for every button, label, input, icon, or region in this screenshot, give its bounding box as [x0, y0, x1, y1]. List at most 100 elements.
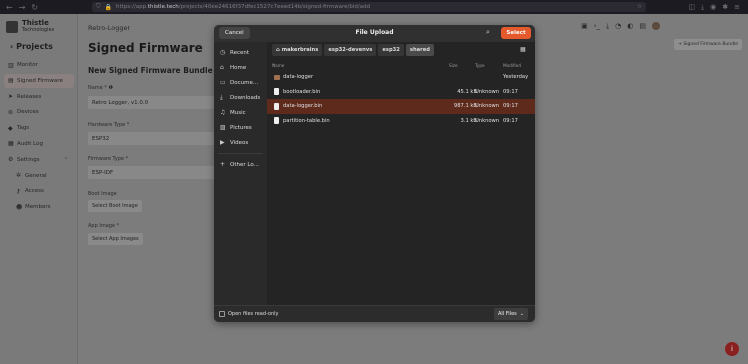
- downloads-icon[interactable]: ⤓: [701, 3, 704, 12]
- file-name: partition-table.bin: [283, 117, 330, 124]
- file-filter-label: All Files: [498, 311, 517, 317]
- place-downloads[interactable]: ⤓ Downloads: [214, 90, 267, 105]
- terminal-icon[interactable]: ›_: [594, 22, 600, 31]
- dialog-footer: Open files read-only All Files ⌄: [214, 305, 535, 322]
- url-bar[interactable]: ⛉ 🔒 https://app.thistle.tech/projects/40…: [92, 2, 646, 12]
- file-icon: [274, 117, 279, 125]
- file-icon: [274, 102, 279, 110]
- clock-icon: ◷: [220, 49, 226, 56]
- sidebar-item-label: Releases: [17, 93, 42, 100]
- sidebar-item-audit-log[interactable]: ▦ Audit Log: [4, 137, 74, 151]
- sidebar-item-monitor[interactable]: ▥ Monitor: [4, 58, 74, 72]
- file-row-selected[interactable]: data-logger.bin 987.1 kB Unknown 09:17: [267, 99, 535, 114]
- sidebar-item-label: Monitor: [17, 62, 38, 68]
- file-row-folder[interactable]: data-logger Yesterday: [267, 70, 535, 85]
- column-modified[interactable]: Modified: [503, 63, 521, 68]
- file-type: Unknown: [475, 88, 500, 95]
- sidebar-item-settings[interactable]: ⚙ Settings ⌃: [4, 153, 74, 167]
- avatar[interactable]: [652, 22, 660, 30]
- logo-line1: Thistle: [22, 19, 49, 27]
- notes-icon[interactable]: ▤: [639, 22, 646, 31]
- menu-icon[interactable]: ≡: [734, 3, 740, 12]
- sidebar-item-tags[interactable]: ◆ Tags: [4, 121, 74, 135]
- file-icon: [274, 88, 279, 96]
- sidebar-item-label: Tags: [17, 125, 30, 132]
- sidebar-item-label: Signed Firmware: [17, 77, 63, 84]
- select-app-images-button[interactable]: Select App Images: [88, 233, 143, 245]
- firmware-icon: ▤: [8, 77, 14, 85]
- file-row[interactable]: bootloader.bin 45.1 kB Unknown 09:17: [267, 85, 535, 100]
- help-fab-icon[interactable]: i: [725, 342, 739, 356]
- account-icon[interactable]: ◉: [710, 3, 716, 12]
- file-filter-dropdown[interactable]: All Files ⌄: [494, 308, 528, 320]
- column-type[interactable]: Type: [475, 63, 485, 68]
- name-label: Name * ❶: [88, 85, 113, 91]
- rss-icon[interactable]: ◔: [615, 22, 621, 31]
- search-icon[interactable]: ⌕: [486, 28, 490, 37]
- open-read-only-checkbox[interactable]: [219, 311, 225, 317]
- back-icon[interactable]: ←: [6, 3, 13, 12]
- logo-text: Thistle Technologies: [22, 20, 54, 34]
- sidebar: Thistle Technologies ‹ Projects ▥ Monitor…: [0, 14, 78, 364]
- sidebar-item-releases[interactable]: ➤ Releases: [4, 90, 74, 104]
- path-segment[interactable]: esp32-devenvs: [324, 44, 377, 56]
- form-title: New Signed Firmware Bundle: [88, 66, 213, 75]
- place-recent[interactable]: ◷ Recent: [214, 45, 267, 60]
- document-icon: ▭: [220, 79, 226, 86]
- boot-image-label: Boot Image: [88, 191, 117, 197]
- grid-view-icon[interactable]: ▦: [520, 46, 526, 53]
- place-documents[interactable]: ▭ Docume...: [214, 75, 267, 90]
- select-boot-image-button[interactable]: Select Boot Image: [88, 200, 142, 212]
- url-text: https://app.thistle.tech/projects/40ee24…: [116, 4, 370, 10]
- logo: Thistle Technologies: [6, 20, 54, 34]
- file-size: 987.1 kB: [453, 103, 477, 110]
- forward-icon[interactable]: →: [19, 3, 26, 12]
- docs-icon[interactable]: ▣: [581, 22, 588, 31]
- bookmark-star-icon[interactable]: ☆: [637, 3, 642, 10]
- firmware-label-text: Firmware Type: [88, 156, 124, 162]
- logo-line2: Technologies: [22, 27, 55, 33]
- sidebar-item-general[interactable]: ✲ General: [4, 169, 74, 183]
- file-name: data-logger: [283, 74, 314, 80]
- select-button[interactable]: Select: [501, 27, 531, 39]
- chevron-down-icon: ⌄: [519, 311, 524, 317]
- place-home[interactable]: ⌂ Home: [214, 60, 267, 75]
- file-row[interactable]: partition-table.bin 3.1 kB Unknown 09:17: [267, 114, 535, 129]
- gear-icon: ✲: [16, 172, 22, 180]
- sidebar-item-access[interactable]: ⚷ Access: [4, 184, 74, 198]
- home-icon: ⌂: [276, 47, 280, 53]
- extensions-icon[interactable]: ✱: [722, 3, 728, 12]
- open-read-only-label: Open files read-only: [228, 311, 279, 317]
- pocket-icon[interactable]: ◫: [688, 3, 695, 12]
- place-pictures[interactable]: ▨ Pictures: [214, 120, 267, 135]
- place-label: Music: [230, 109, 246, 116]
- path-segment-current[interactable]: shared: [405, 44, 434, 56]
- discord-icon[interactable]: ◐: [627, 22, 633, 31]
- sidebar-item-devices[interactable]: ⊚ Devices: [4, 105, 74, 119]
- file-name: data-logger.bin: [283, 103, 323, 110]
- reload-icon[interactable]: ↻: [31, 3, 38, 12]
- url-domain: thistle.tech: [147, 4, 179, 10]
- firmware-select[interactable]: ESP-IDF: [88, 166, 216, 179]
- projects-link[interactable]: ‹ Projects: [10, 42, 53, 51]
- place-music[interactable]: ♫ Music: [214, 105, 267, 120]
- sidebar-item-signed-firmware[interactable]: ▤ Signed Firmware: [4, 73, 74, 88]
- add-signed-firmware-bundle-button[interactable]: + Signed Firmware Bundle: [674, 39, 742, 50]
- info-icon: ❶: [108, 85, 113, 91]
- place-other-locations[interactable]: + Other Lo...: [214, 157, 267, 172]
- sidebar-item-members[interactable]: ☻ Members: [4, 200, 74, 214]
- sidebar-item-label: Access: [25, 188, 44, 195]
- download-icon[interactable]: ⤓: [606, 22, 609, 31]
- path-segment-home[interactable]: ⌂ makerbrains: [272, 44, 323, 56]
- sidebar-item-label: Members: [25, 204, 51, 211]
- place-label: Recent: [230, 49, 250, 56]
- place-videos[interactable]: ▶ Videos: [214, 135, 267, 150]
- breadcrumb[interactable]: Retro-Logger: [88, 24, 130, 32]
- places-sidebar: ◷ Recent ⌂ Home ▭ Docume... ⤓ Downloads ♫ Mus…: [214, 42, 267, 305]
- column-headers: Name ⌃ Size Type Modified: [267, 60, 535, 70]
- column-size[interactable]: Size: [449, 63, 458, 68]
- path-segment[interactable]: esp32: [378, 44, 404, 56]
- name-field[interactable]: Retro Logger, v1.0.0: [88, 96, 216, 109]
- hardware-select[interactable]: ESP32: [88, 132, 216, 145]
- plus-icon: +: [220, 161, 226, 168]
